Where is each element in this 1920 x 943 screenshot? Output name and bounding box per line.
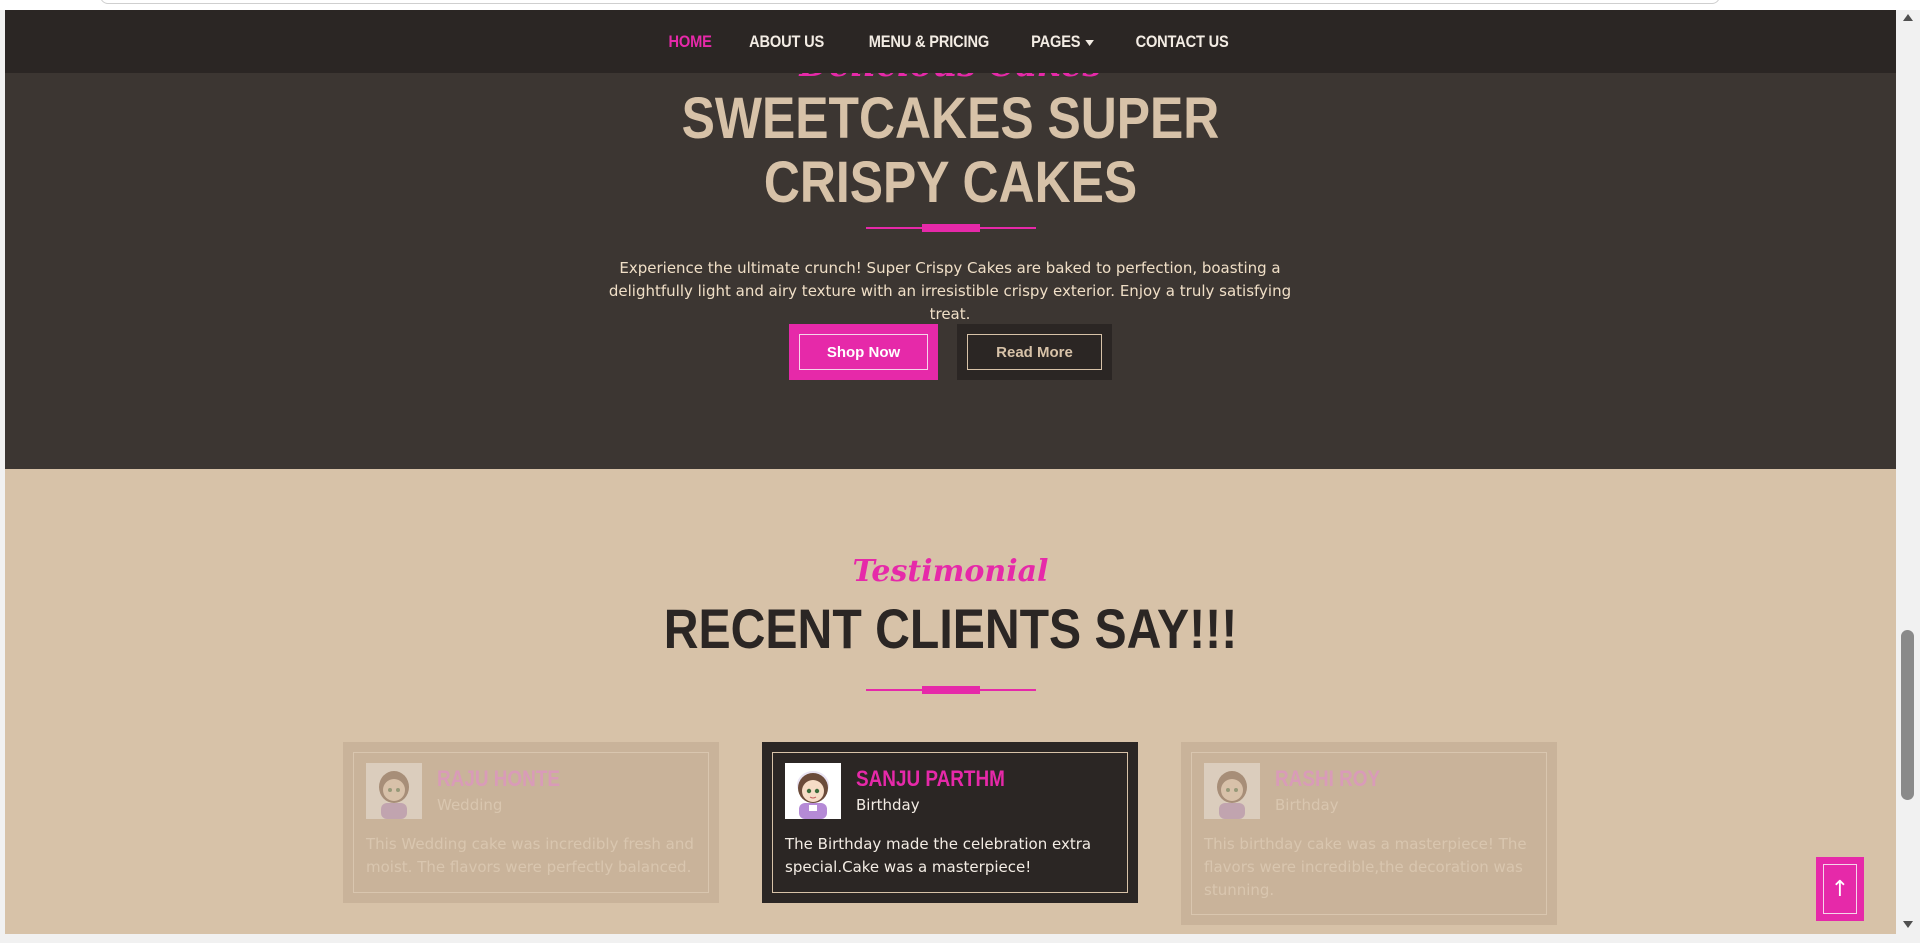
hero-script-heading: Delicious Cakes [5,73,1896,85]
read-more-label: Read More [967,334,1102,370]
hero-description: Experience the ultimate crunch! Super Cr… [608,259,1292,323]
avatar [366,763,422,819]
nav-menu-pricing[interactable]: MENU & PRICING [868,32,988,52]
hero-title: SWEETCAKES SUPER CRISPY CAKES [137,87,1763,215]
scroll-down-icon[interactable] [1903,921,1913,928]
hero-title-line2: CRISPY CAKES [763,150,1138,215]
testimonial-section: Testimonial RECENT CLIENTS SAY!!! RAJU H… [5,469,1896,934]
client-name: RASHI ROY [1275,766,1381,791]
read-more-button[interactable]: Read More [957,324,1112,380]
testimonial-divider [866,686,1036,694]
testimonial-title: RECENT CLIENTS SAY!!! [663,597,1238,660]
testimonial-card-inner: SANJU PARTHM Birthday The Birthday made … [772,752,1128,893]
hero-section: Delicious Cakes SWEETCAKES SUPER CRISPY … [5,73,1896,469]
back-to-top-button[interactable]: ↑ [1816,857,1864,921]
caret-down-icon [1085,39,1095,46]
nav-about-us[interactable]: ABOUT US [749,32,824,52]
nav-pages-dropdown[interactable]: PAGES [1032,32,1095,52]
shop-now-label: Shop Now [799,334,928,370]
testimonial-card-inner: RASHI ROY Birthday This birthday cake wa… [1191,752,1547,915]
arrow-up-icon: ↑ [1823,864,1857,914]
browser-bottom-strip [0,934,1920,943]
browser-top-bar [0,0,1920,10]
testimonial-script-heading: Testimonial [852,554,1049,589]
client-name: RAJU HONTE [437,766,560,791]
scroll-up-icon[interactable] [1903,14,1913,21]
testimonial-text: The Birthday made the celebration extra … [785,835,1092,876]
testimonial-card-inner: RAJU HONTE Wedding This Wedding cake was… [353,752,709,893]
client-category: Birthday [1275,796,1339,814]
scrollbar-thumb[interactable] [1901,630,1914,800]
client-category: Wedding [437,796,503,814]
testimonial-card[interactable]: RASHI ROY Birthday This birthday cake wa… [1181,742,1557,925]
client-avatar-icon [366,763,422,819]
nav-contact-us[interactable]: CONTACT US [1135,32,1228,52]
address-bar-edge [100,0,1720,4]
page-viewport: HOME ABOUT US MENU & PRICING PAGES CONTA… [5,10,1896,934]
testimonial-card-active[interactable]: SANJU PARTHM Birthday The Birthday made … [762,742,1138,903]
shop-now-button[interactable]: Shop Now [789,324,938,380]
vertical-scrollbar[interactable] [1896,10,1920,934]
client-avatar-icon [1204,763,1260,819]
avatar [785,763,841,819]
testimonial-card[interactable]: RAJU HONTE Wedding This Wedding cake was… [343,742,719,903]
avatar [1204,763,1260,819]
client-category: Birthday [856,796,920,814]
testimonial-text: This birthday cake was a masterpiece! Th… [1204,835,1527,899]
nav-pages-label: PAGES [1031,31,1081,51]
testimonial-text: This Wedding cake was incredibly fresh a… [366,835,694,876]
client-name: SANJU PARTHM [856,766,1005,791]
main-navbar: HOME ABOUT US MENU & PRICING PAGES CONTA… [5,10,1896,73]
client-avatar-icon [785,763,841,819]
nav-home[interactable]: HOME [669,32,712,52]
hero-title-line1: SWEETCAKES SUPER [681,86,1220,151]
hero-divider [866,224,1036,232]
